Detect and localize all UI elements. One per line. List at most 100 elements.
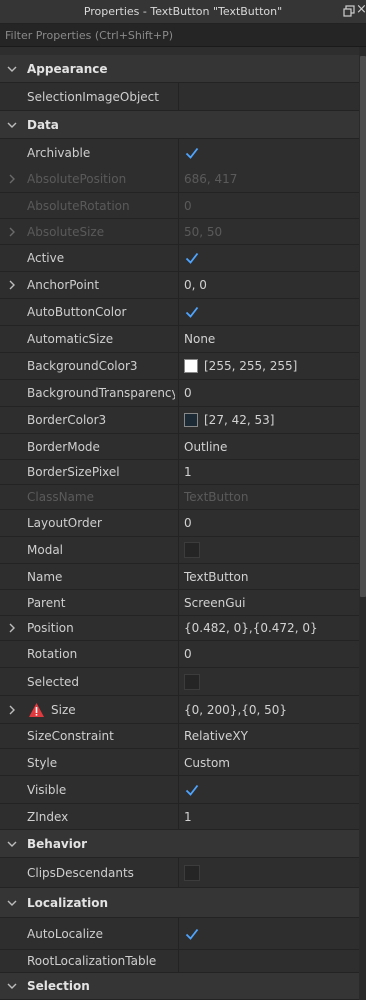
property-row-archivable[interactable]: Archivable bbox=[0, 139, 359, 167]
checkbox[interactable] bbox=[184, 926, 200, 942]
category-behavior[interactable]: Behavior bbox=[0, 830, 359, 858]
chevron-right-icon[interactable] bbox=[6, 704, 18, 716]
category-data[interactable]: Data bbox=[0, 111, 359, 139]
column-divider[interactable] bbox=[178, 696, 179, 723]
property-value[interactable]: 1 bbox=[184, 810, 192, 824]
property-row-size-constraint[interactable]: SizeConstraint RelativeXY bbox=[0, 724, 359, 749]
property-row-automatic-size[interactable]: AutomaticSize None bbox=[0, 326, 359, 353]
close-icon[interactable]: × bbox=[356, 3, 366, 16]
property-value[interactable]: 0 bbox=[184, 386, 192, 400]
property-row-absolute-size[interactable]: AbsoluteSize 50, 50 bbox=[0, 219, 359, 245]
column-divider[interactable] bbox=[178, 272, 179, 298]
property-row-class-name[interactable]: ClassName TextButton bbox=[0, 485, 359, 510]
column-divider[interactable] bbox=[178, 380, 179, 406]
checkbox[interactable] bbox=[184, 542, 200, 558]
property-row-border-mode[interactable]: BorderMode Outline bbox=[0, 434, 359, 460]
property-row-background-color3[interactable]: BackgroundColor3 [255, 255, 255] bbox=[0, 353, 359, 380]
property-value[interactable]: RelativeXY bbox=[184, 729, 248, 743]
column-divider[interactable] bbox=[178, 299, 179, 325]
checkbox[interactable] bbox=[184, 864, 200, 881]
column-divider[interactable] bbox=[178, 139, 179, 166]
column-divider[interactable] bbox=[178, 245, 179, 271]
column-divider[interactable] bbox=[178, 510, 179, 536]
checkbox[interactable] bbox=[184, 782, 200, 798]
property-value[interactable]: TextButton bbox=[184, 570, 248, 584]
column-divider[interactable] bbox=[178, 434, 179, 459]
chevron-down-icon[interactable] bbox=[6, 897, 18, 909]
chevron-right-icon[interactable] bbox=[6, 173, 18, 185]
chevron-down-icon[interactable] bbox=[6, 63, 18, 75]
column-divider[interactable] bbox=[178, 485, 179, 509]
column-divider[interactable] bbox=[178, 804, 179, 829]
property-row-auto-button-color[interactable]: AutoButtonColor bbox=[0, 299, 359, 326]
column-divider[interactable] bbox=[178, 564, 179, 589]
property-value[interactable]: {0.482, 0},{0.472, 0} bbox=[184, 621, 318, 635]
category-appearance[interactable]: Appearance bbox=[0, 55, 359, 83]
checkbox[interactable] bbox=[184, 673, 200, 690]
property-row-name[interactable]: Name TextButton bbox=[0, 564, 359, 590]
property-row-clips-descendants[interactable]: ClipsDescendants bbox=[0, 858, 359, 888]
column-divider[interactable] bbox=[178, 858, 179, 887]
column-divider[interactable] bbox=[178, 326, 179, 352]
property-row-selected[interactable]: Selected bbox=[0, 668, 359, 696]
property-row-background-transparency[interactable]: BackgroundTransparency 0 bbox=[0, 380, 359, 407]
column-divider[interactable] bbox=[178, 83, 179, 110]
column-divider[interactable] bbox=[178, 537, 179, 563]
property-value[interactable]: [27, 42, 53] bbox=[204, 413, 274, 427]
column-divider[interactable] bbox=[178, 616, 179, 640]
property-value[interactable]: ScreenGui bbox=[184, 596, 246, 610]
column-divider[interactable] bbox=[178, 918, 179, 949]
scrollbar[interactable] bbox=[359, 47, 366, 1000]
property-value[interactable]: Outline bbox=[184, 440, 227, 454]
property-row-z-index[interactable]: ZIndex 1 bbox=[0, 804, 359, 830]
checkbox[interactable] bbox=[184, 304, 200, 320]
property-value[interactable]: [255, 255, 255] bbox=[204, 359, 297, 373]
property-row-modal[interactable]: Modal bbox=[0, 537, 359, 564]
property-row-style[interactable]: Style Custom bbox=[0, 750, 359, 776]
category-localization[interactable]: Localization bbox=[0, 888, 359, 918]
chevron-right-icon[interactable] bbox=[6, 226, 18, 238]
property-value[interactable]: Custom bbox=[184, 756, 230, 770]
property-value[interactable]: 1 bbox=[184, 465, 192, 479]
column-divider[interactable] bbox=[178, 353, 179, 379]
property-row-size[interactable]: Size {0, 200},{0, 50} bbox=[0, 696, 359, 724]
column-divider[interactable] bbox=[178, 750, 179, 775]
chevron-right-icon[interactable] bbox=[6, 279, 18, 291]
column-divider[interactable] bbox=[178, 219, 179, 244]
chevron-down-icon[interactable] bbox=[6, 838, 18, 850]
chevron-down-icon[interactable] bbox=[6, 119, 18, 131]
column-divider[interactable] bbox=[178, 950, 179, 972]
column-divider[interactable] bbox=[178, 407, 179, 433]
scrollbar-thumb[interactable] bbox=[360, 56, 366, 597]
column-divider[interactable] bbox=[178, 166, 179, 192]
property-row-selection-image-object[interactable]: SelectionImageObject bbox=[0, 83, 359, 111]
property-value[interactable]: None bbox=[184, 332, 215, 346]
property-row-layout-order[interactable]: LayoutOrder 0 bbox=[0, 510, 359, 537]
column-divider[interactable] bbox=[178, 193, 179, 218]
dock-icon[interactable] bbox=[343, 5, 355, 17]
property-row-absolute-rotation[interactable]: AbsoluteRotation 0 bbox=[0, 193, 359, 219]
property-row-auto-localize[interactable]: AutoLocalize bbox=[0, 918, 359, 950]
column-divider[interactable] bbox=[178, 590, 179, 615]
property-row-active[interactable]: Active bbox=[0, 245, 359, 272]
property-row-anchor-point[interactable]: AnchorPoint 0, 0 bbox=[0, 272, 359, 299]
property-value[interactable]: 0 bbox=[184, 647, 192, 661]
property-row-visible[interactable]: Visible bbox=[0, 776, 359, 804]
property-row-root-localization-table[interactable]: RootLocalizationTable bbox=[0, 950, 359, 973]
category-selection[interactable]: Selection bbox=[0, 973, 359, 1000]
column-divider[interactable] bbox=[178, 776, 179, 803]
column-divider[interactable] bbox=[178, 668, 179, 695]
property-row-border-color3[interactable]: BorderColor3 [27, 42, 53] bbox=[0, 407, 359, 434]
property-value[interactable]: {0, 200},{0, 50} bbox=[184, 703, 287, 717]
chevron-right-icon[interactable] bbox=[6, 622, 18, 634]
property-row-absolute-position[interactable]: AbsolutePosition 686, 417 bbox=[0, 166, 359, 193]
filter-properties-input[interactable] bbox=[0, 24, 366, 47]
property-value[interactable]: 0, 0 bbox=[184, 278, 207, 292]
color-swatch[interactable] bbox=[184, 359, 198, 373]
property-row-rotation[interactable]: Rotation 0 bbox=[0, 641, 359, 668]
color-swatch[interactable] bbox=[184, 413, 198, 427]
property-value[interactable]: 0 bbox=[184, 516, 192, 530]
checkbox[interactable] bbox=[184, 145, 200, 161]
column-divider[interactable] bbox=[178, 641, 179, 667]
property-row-parent[interactable]: Parent ScreenGui bbox=[0, 590, 359, 616]
